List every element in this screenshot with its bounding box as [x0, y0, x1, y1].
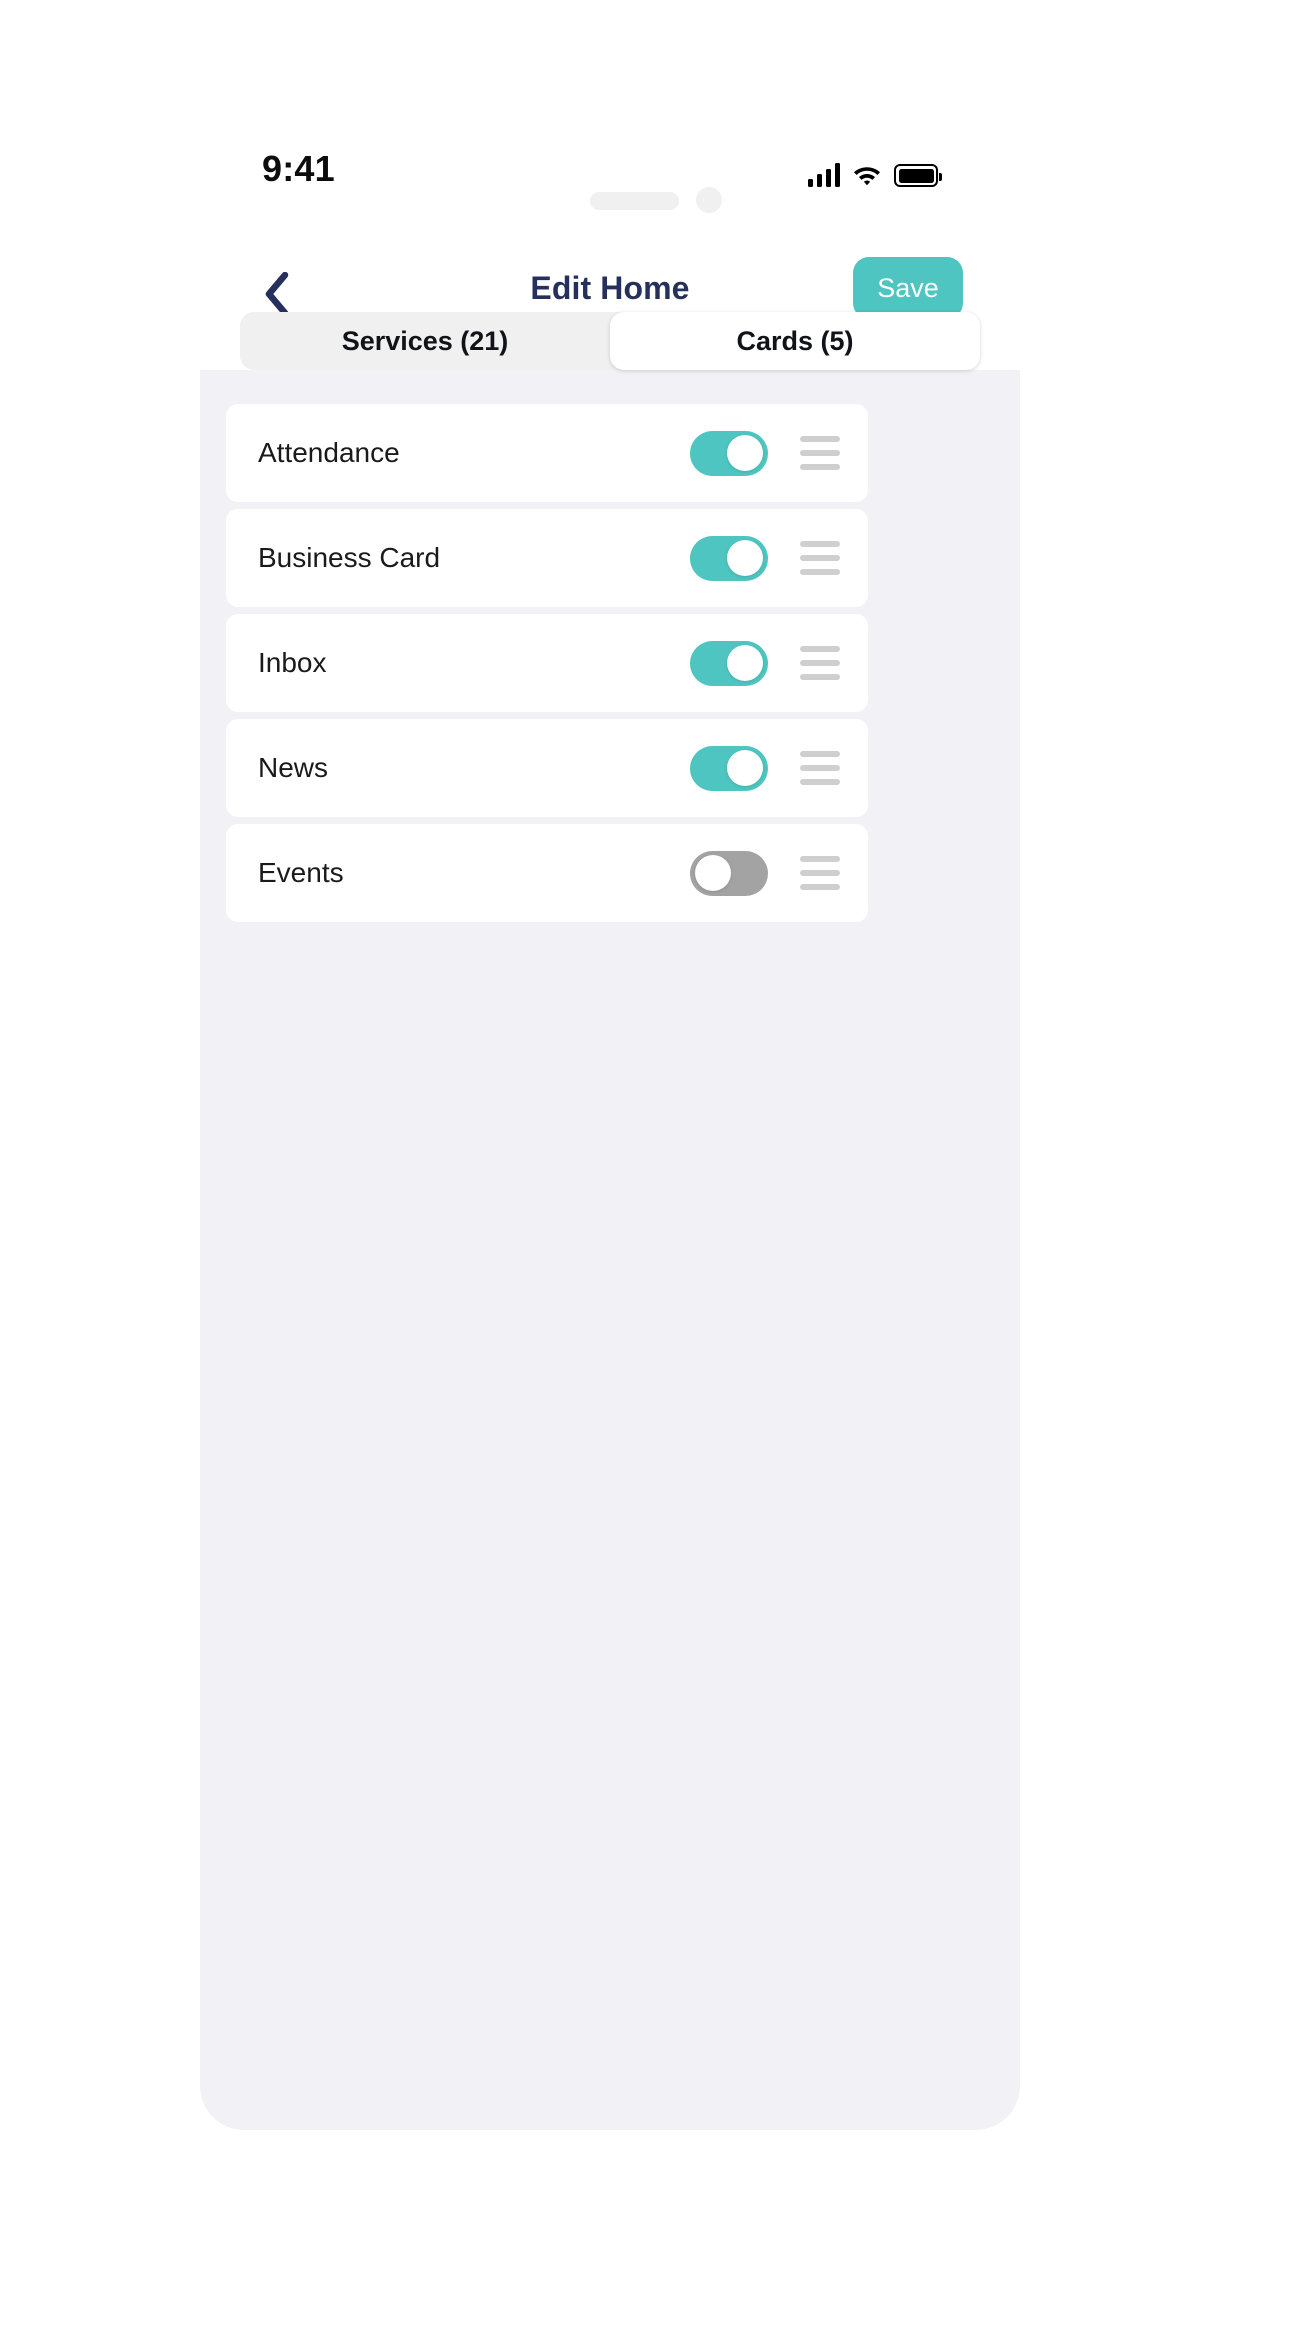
screen-root: 9:41 Edit Home Save Services (21) Cards … [0, 0, 1297, 2330]
toggle-knob [727, 540, 763, 576]
toggle-knob [727, 645, 763, 681]
list-item[interactable]: Events [226, 824, 868, 922]
card-label: News [258, 752, 329, 783]
card-toggle[interactable] [690, 430, 768, 476]
signal-bars-icon [807, 163, 840, 187]
front-camera-dot [696, 187, 722, 213]
content-area: Attendance Business Card Inbox News Even… [200, 370, 1020, 2130]
list-item[interactable]: Attendance [226, 404, 868, 502]
drag-handle-icon[interactable] [800, 436, 840, 470]
toggle-knob [695, 855, 731, 891]
card-toggle[interactable] [690, 745, 768, 791]
tab-cards[interactable]: Cards (5) [610, 312, 980, 370]
tab-track: Services (21) Cards (5) [240, 312, 980, 370]
list-item[interactable]: Inbox [226, 614, 868, 712]
battery-fill [898, 168, 934, 183]
card-toggle[interactable] [690, 535, 768, 581]
card-list: Attendance Business Card Inbox News Even… [200, 404, 1020, 922]
card-label: Inbox [258, 647, 327, 678]
card-label: Attendance [258, 437, 400, 468]
wifi-icon [854, 167, 880, 186]
phone-frame: 9:41 Edit Home Save Services (21) Cards … [200, 110, 1020, 2130]
toggle-knob [727, 750, 763, 786]
tab-bar: Services (21) Cards (5) [200, 312, 1020, 370]
dynamic-island-pill [590, 192, 679, 210]
card-label: Business Card [258, 542, 441, 573]
status-icons [807, 155, 942, 187]
card-label: Events [258, 857, 344, 888]
toggle-knob [727, 435, 763, 471]
card-toggle[interactable] [690, 640, 768, 686]
card-toggle[interactable] [690, 850, 768, 896]
drag-handle-icon[interactable] [800, 751, 840, 785]
status-time: 9:41 [262, 148, 335, 189]
drag-handle-icon[interactable] [800, 541, 840, 575]
list-item[interactable]: Business Card [226, 509, 868, 607]
save-button[interactable]: Save [853, 257, 963, 319]
drag-handle-icon[interactable] [800, 646, 840, 680]
list-item[interactable]: News [226, 719, 868, 817]
tab-services[interactable]: Services (21) [240, 312, 610, 370]
battery-full-icon [894, 164, 942, 187]
status-bar: 9:41 [200, 110, 1020, 240]
drag-handle-icon[interactable] [800, 856, 840, 890]
